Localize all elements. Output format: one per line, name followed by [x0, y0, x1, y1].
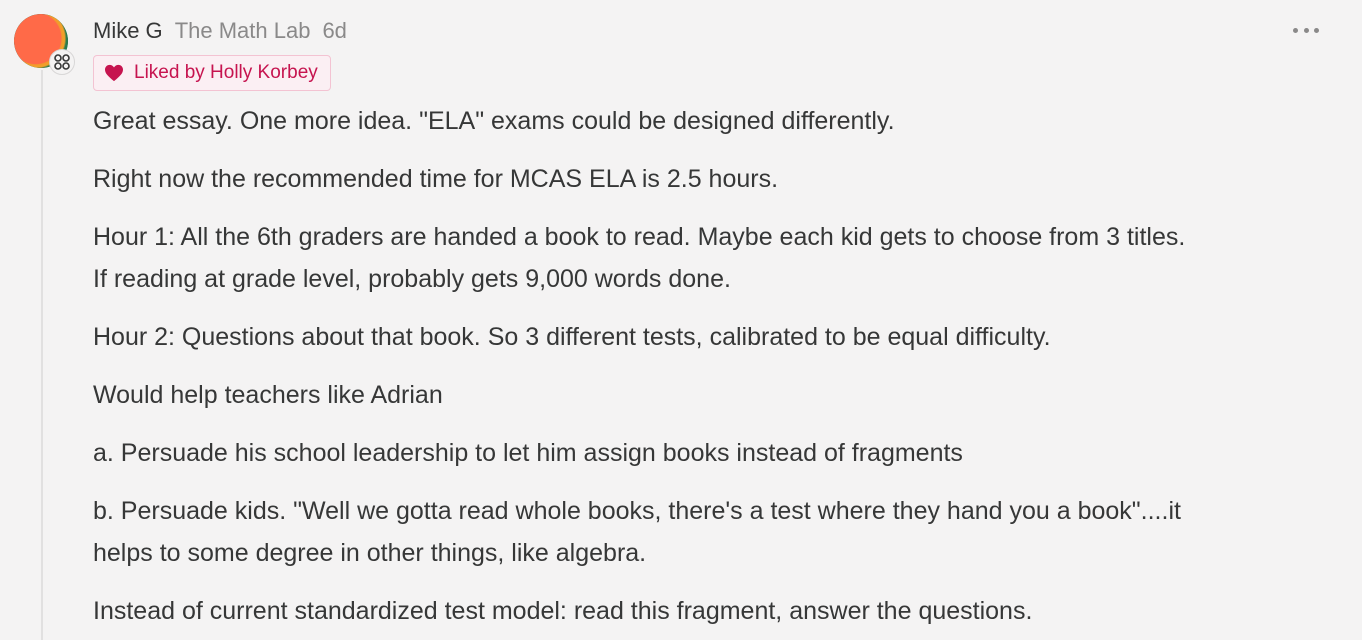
- thread-line[interactable]: [41, 70, 43, 640]
- author-name[interactable]: Mike G: [93, 16, 163, 46]
- comment-paragraph: a. Persuade his school leadership to let…: [93, 439, 963, 467]
- comment-body: Great essay. One more idea. "ELA" exams …: [93, 100, 1333, 640]
- publication-name[interactable]: The Math Lab: [175, 16, 311, 46]
- comment-header: Mike G The Math Lab 6d: [93, 16, 347, 46]
- ellipsis-icon: [1293, 27, 1298, 33]
- comment-paragraph: Great essay. One more idea. "ELA" exams …: [93, 107, 895, 135]
- liked-by-text: Liked by Holly Korbey: [134, 62, 318, 83]
- comment-paragraph: Would help teachers like Adrian: [93, 381, 443, 409]
- comment-paragraph: Hour 2: Questions about that book. So 3 …: [93, 323, 1051, 351]
- comment-timestamp[interactable]: 6d: [322, 16, 346, 46]
- liked-by-badge: Liked by Holly Korbey: [93, 55, 331, 91]
- comment-paragraph: Instead of current standardized test mod…: [93, 597, 1033, 625]
- comment-paragraph: Right now the recommended time for MCAS …: [93, 165, 779, 193]
- publication-logo-icon[interactable]: [49, 49, 75, 75]
- comment-paragraph: b. Persuade kids. "Well we gotta read wh…: [93, 497, 1181, 567]
- avatar[interactable]: [14, 14, 75, 75]
- comment-card: Mike G The Math Lab 6d Liked by Holly Ko…: [0, 0, 1362, 640]
- heart-icon: [105, 64, 123, 82]
- more-options-button[interactable]: [1293, 22, 1319, 38]
- comment-paragraph: Hour 1: All the 6th graders are handed a…: [93, 223, 1186, 293]
